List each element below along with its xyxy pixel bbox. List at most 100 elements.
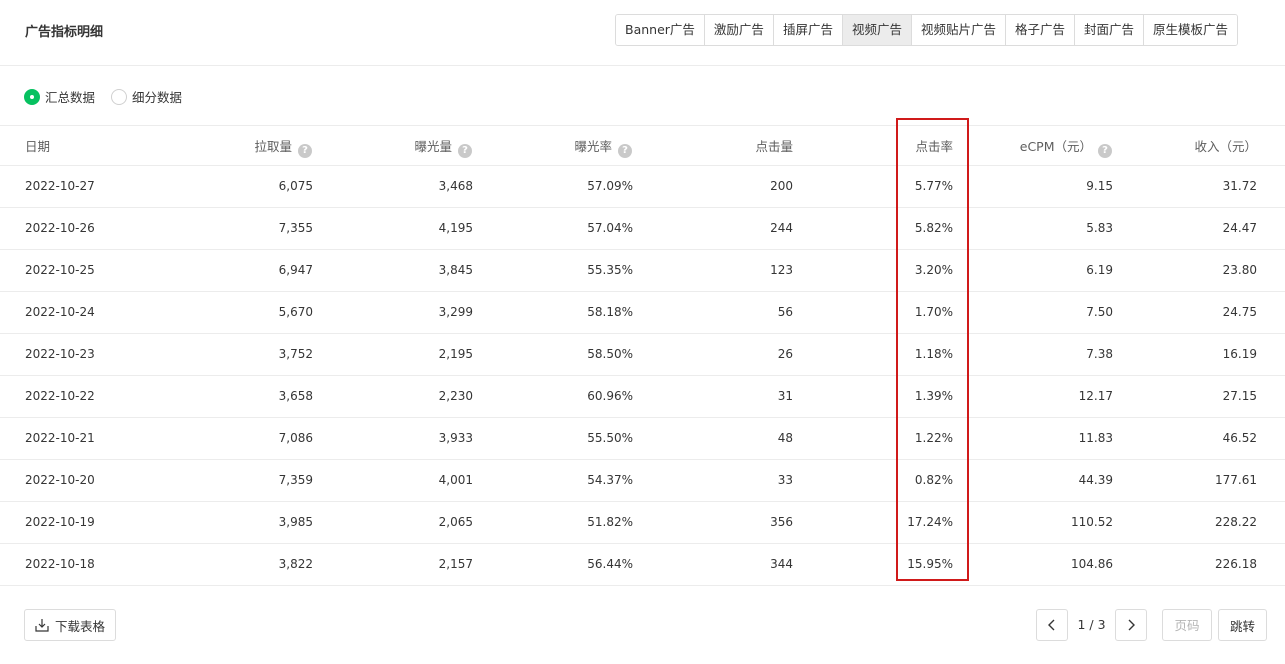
tab-cover[interactable]: 封面广告 [1074, 15, 1144, 45]
metrics-table: 日期 拉取量? 曝光量? 曝光率? 点击量 点击率 eCPM（元）? 收入（元）… [0, 125, 1285, 586]
cell-impressions: 2,065 [438, 515, 473, 529]
cell-date: 2022-10-27 [25, 179, 95, 193]
cell-requests: 3,752 [278, 347, 313, 361]
tab-rewarded[interactable]: 激励广告 [703, 15, 773, 45]
column-header-requests: 拉取量? [254, 126, 312, 165]
cell-ecpm: 104.86 [1071, 557, 1113, 571]
cell-requests: 3,822 [278, 557, 313, 571]
tab-native-template[interactable]: 原生模板广告 [1143, 15, 1238, 45]
cell-clicks: 56 [777, 305, 793, 319]
cell-ctr: 5.77% [914, 179, 953, 193]
cell-impression-rate: 55.35% [587, 263, 633, 277]
cell-date: 2022-10-20 [25, 473, 95, 487]
cell-date: 2022-10-22 [25, 389, 95, 403]
column-header-ctr: 点击率 [915, 126, 953, 165]
cell-impressions: 3,845 [438, 263, 473, 277]
tab-grid[interactable]: 格子广告 [1004, 15, 1074, 45]
column-header-label: eCPM（元） [1019, 139, 1092, 154]
tab-video-preroll[interactable]: 视频贴片广告 [910, 15, 1005, 45]
cell-clicks: 356 [770, 515, 793, 529]
cell-revenue: 31.72 [1222, 179, 1257, 193]
column-header-revenue: 收入（元） [1194, 126, 1257, 165]
help-icon[interactable]: ? [298, 144, 312, 158]
column-header-label: 曝光率 [574, 139, 612, 154]
detail-radio-label: 细分数据 [132, 90, 183, 105]
page-header: 广告指标明细 Banner广告 激励广告 插屏广告 视频广告 视频贴片广告 格子… [0, 0, 1285, 66]
table-row: 2022-10-18 3,822 2,157 56.44% 344 15.95% 104.8… [0, 544, 1285, 586]
tab-interstitial[interactable]: 插屏广告 [772, 15, 842, 45]
column-header-label: 拉取量 [254, 139, 292, 154]
chevron-right-icon [1128, 619, 1135, 631]
cell-date: 2022-10-23 [25, 347, 95, 361]
cell-impression-rate: 57.09% [587, 179, 633, 193]
cell-clicks: 244 [770, 221, 793, 235]
page-indicator: 1 / 3 [1077, 617, 1106, 632]
cell-requests: 3,985 [278, 515, 313, 529]
cell-date: 2022-10-25 [25, 263, 95, 277]
column-header-ecpm: eCPM（元）? [1020, 126, 1112, 165]
table-row: 2022-10-20 7,359 4,001 54.37% 33 0.82% 44.39 17… [0, 460, 1285, 502]
cell-date: 2022-10-26 [25, 221, 95, 235]
cell-clicks: 33 [777, 473, 793, 487]
cell-requests: 5,670 [278, 305, 313, 319]
help-icon[interactable]: ? [1098, 144, 1112, 158]
cell-impressions: 3,933 [438, 431, 473, 445]
column-header-label: 收入（元） [1194, 139, 1257, 154]
column-header-clicks: 点击量 [755, 126, 793, 165]
radio-checked-icon [24, 88, 40, 105]
download-icon [35, 619, 49, 632]
cell-ctr: 15.95% [907, 557, 953, 571]
cell-ctr: 0.82% [914, 473, 953, 487]
tab-video[interactable]: 视频广告 [841, 15, 911, 45]
cell-clicks: 48 [777, 431, 793, 445]
cell-impressions: 2,195 [438, 347, 473, 361]
jump-button[interactable]: 跳转 [1218, 609, 1267, 641]
cell-impression-rate: 54.37% [587, 473, 633, 487]
cell-revenue: 27.15 [1222, 389, 1257, 403]
prev-page-button[interactable] [1036, 609, 1068, 641]
cell-requests: 7,359 [278, 473, 313, 487]
table-row: 2022-10-24 5,670 3,299 58.18% 56 1.70% 7.50 24.… [0, 292, 1285, 334]
cell-revenue: 23.80 [1222, 263, 1257, 277]
cell-ecpm: 110.52 [1071, 515, 1113, 529]
cell-impression-rate: 58.50% [587, 347, 633, 361]
cell-date: 2022-10-24 [25, 305, 95, 319]
help-icon[interactable]: ? [618, 144, 632, 158]
cell-revenue: 46.52 [1222, 431, 1257, 445]
page-number-input[interactable] [1162, 609, 1212, 641]
table-row: 2022-10-26 7,355 4,195 57.04% 244 5.82% 5.83 24… [0, 208, 1285, 250]
view-mode-radio-group: 汇总数据 细分数据 [24, 87, 198, 106]
cell-ctr: 1.70% [914, 305, 953, 319]
cell-ctr: 5.82% [914, 221, 953, 235]
radio-unchecked-icon [111, 88, 128, 105]
cell-requests: 6,947 [278, 263, 313, 277]
cell-revenue: 177.61 [1215, 473, 1257, 487]
cell-ecpm: 5.83 [1086, 221, 1113, 235]
table-row: 2022-10-25 6,947 3,845 55.35% 123 3.20% 6.19 23… [0, 250, 1285, 292]
detail-radio[interactable]: 细分数据 [111, 87, 182, 106]
next-page-button[interactable] [1115, 609, 1147, 641]
cell-ctr: 17.24% [907, 515, 953, 529]
cell-impression-rate: 60.96% [587, 389, 633, 403]
column-header-date: 日期 [25, 126, 50, 165]
column-header-label: 点击量 [755, 139, 793, 154]
cell-clicks: 123 [770, 263, 793, 277]
help-icon[interactable]: ? [458, 144, 472, 158]
cell-impression-rate: 57.04% [587, 221, 633, 235]
column-header-label: 日期 [25, 139, 51, 154]
cell-impressions: 4,001 [438, 473, 473, 487]
cell-date: 2022-10-18 [25, 557, 95, 571]
cell-clicks: 200 [770, 179, 793, 193]
ad-type-tabs: Banner广告 激励广告 插屏广告 视频广告 视频贴片广告 格子广告 封面广告… [615, 14, 1239, 46]
download-table-button[interactable]: 下载表格 [24, 609, 116, 641]
cell-ecpm: 12.17 [1078, 389, 1113, 403]
tab-banner[interactable]: Banner广告 [616, 15, 704, 45]
cell-clicks: 344 [770, 557, 793, 571]
cell-impressions: 2,157 [438, 557, 473, 571]
cell-date: 2022-10-19 [25, 515, 95, 529]
cell-ecpm: 7.38 [1086, 347, 1113, 361]
cell-ecpm: 44.39 [1078, 473, 1113, 487]
cell-impressions: 4,195 [438, 221, 473, 235]
summary-radio[interactable]: 汇总数据 [24, 87, 95, 106]
column-header-impression-rate: 曝光率? [574, 126, 632, 165]
